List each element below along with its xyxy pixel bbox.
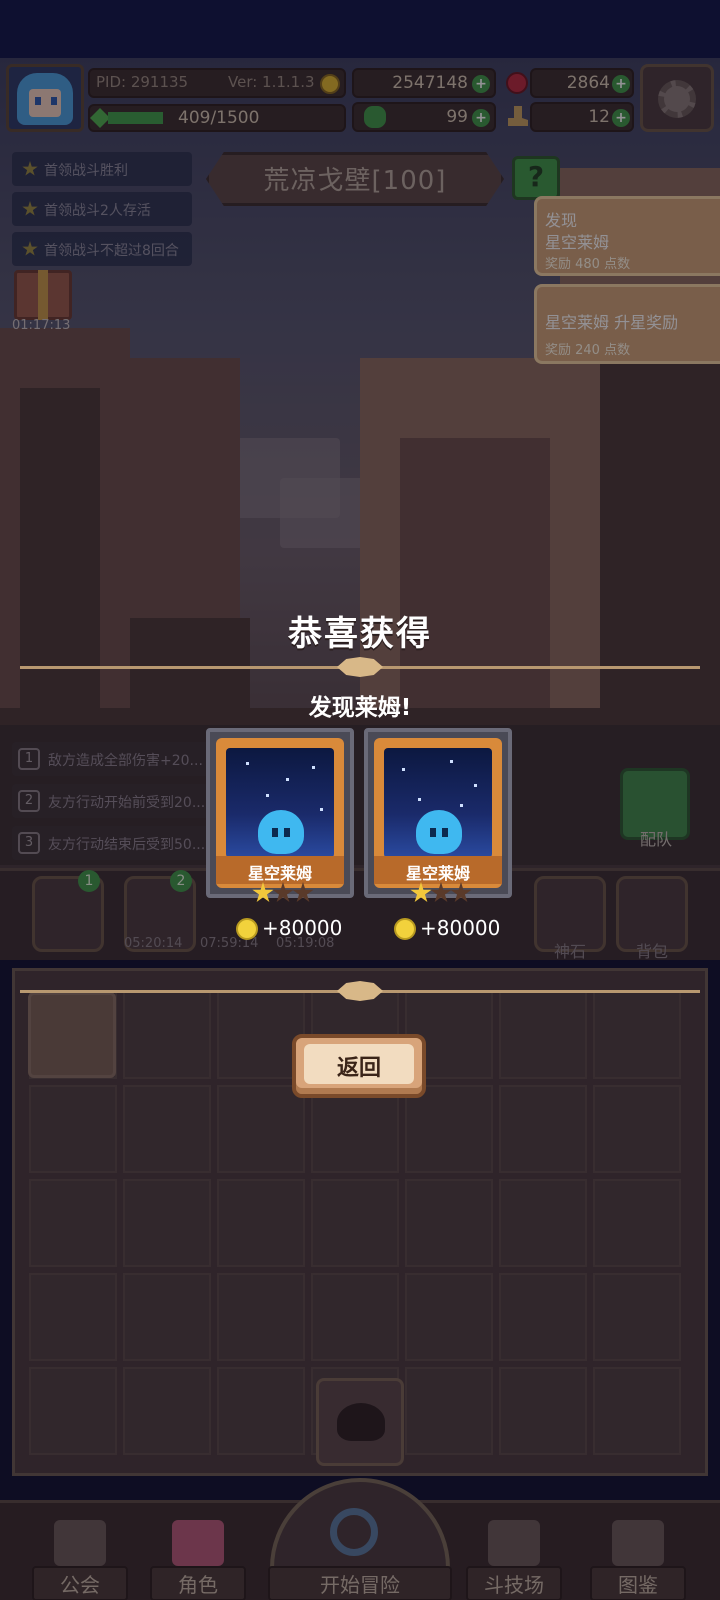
popup-subtitle: 发现莱姆! [308,695,412,721]
reward-card: 星空莱姆 [364,728,512,903]
coin-icon [394,918,416,940]
card-name: 星空莱姆 [405,864,470,883]
card-name: 星空莱姆 [247,864,312,883]
return-label: 返回 [336,1056,381,1081]
top-bar-background [0,0,720,58]
coin-icon [236,918,258,940]
card-reward: +80000 [420,916,501,940]
slime-icon [416,810,462,854]
reward-card: 星空莱姆 [206,728,354,903]
slime-icon [258,810,304,854]
modal-overlay [0,58,720,1600]
card-reward: +80000 [262,916,343,940]
popup-title: 恭喜获得 [288,614,432,654]
return-button[interactable]: 返回 [292,1034,426,1098]
